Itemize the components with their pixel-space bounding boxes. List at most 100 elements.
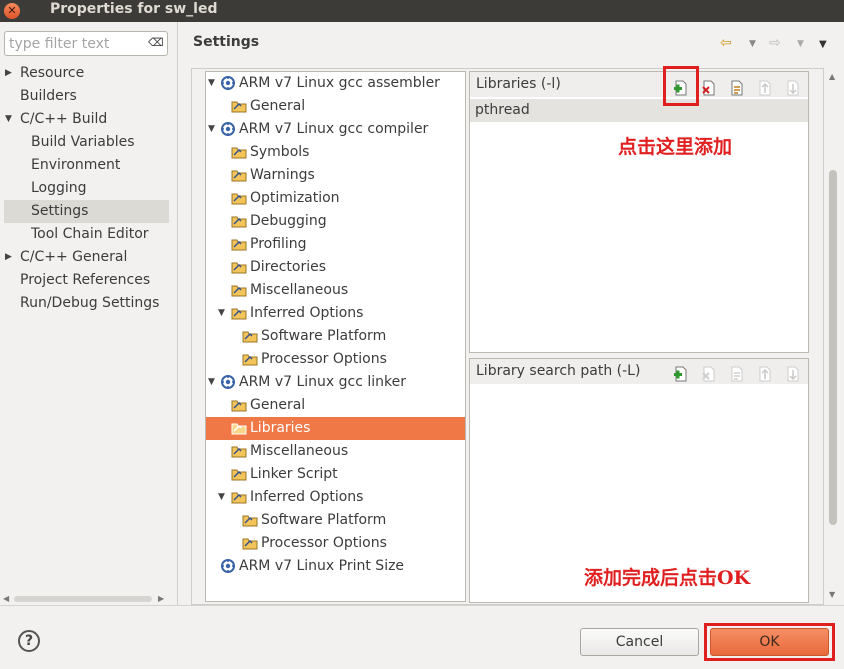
folder-icon xyxy=(231,262,247,274)
nav-item-label: Build Variables xyxy=(31,134,135,150)
collapse-arrow-icon[interactable]: ▼ xyxy=(218,302,225,324)
page-title: Settings xyxy=(193,34,260,50)
highlight-add-button xyxy=(663,66,699,106)
nav-item-settings[interactable]: Settings xyxy=(4,200,169,223)
tree-node-label: Processor Options xyxy=(261,535,387,551)
cancel-button[interactable]: Cancel xyxy=(580,628,699,656)
nav-item-label: C/C++ Build xyxy=(20,111,108,127)
folder-icon xyxy=(231,446,247,458)
library-name: pthread xyxy=(475,102,530,118)
gear-tool-icon xyxy=(221,76,235,90)
tree-node-label: Processor Options xyxy=(261,351,387,367)
libraries-panel: Libraries (-l) pthread xyxy=(469,71,809,353)
close-icon[interactable]: ✕ xyxy=(4,3,20,19)
folder-icon xyxy=(231,216,247,228)
tree-node-inferred-options[interactable]: ▼ Inferred Options xyxy=(206,302,465,325)
tree-node-label: Warnings xyxy=(250,167,315,183)
folder-icon xyxy=(242,515,258,527)
gear-tool-icon xyxy=(221,559,235,573)
forward-arrow-icon[interactable]: ⇨ xyxy=(769,35,781,51)
nav-item-label: Run/Debug Settings xyxy=(20,295,160,311)
tree-node-label: Optimization xyxy=(250,190,340,206)
move-up-icon[interactable] xyxy=(757,366,773,382)
tree-node-label: General xyxy=(250,397,306,413)
add-icon[interactable] xyxy=(673,366,689,382)
tree-node-assembler[interactable]: ▼ ARM v7 Linux gcc assembler xyxy=(206,72,465,95)
folder-icon xyxy=(231,423,247,435)
gear-tool-icon xyxy=(221,122,235,136)
scroll-left-icon[interactable]: ◀ xyxy=(3,594,9,603)
scroll-thumb[interactable] xyxy=(829,170,837,525)
tree-node-label: General xyxy=(250,98,306,114)
tree-node-label: Miscellaneous xyxy=(250,443,349,459)
tree-node-label: Inferred Options xyxy=(250,305,364,321)
tree-node-linker[interactable]: ▼ ARM v7 Linux gcc linker xyxy=(206,371,465,394)
folder-icon xyxy=(242,331,258,343)
tree-node-label: Miscellaneous xyxy=(250,282,349,298)
folder-icon xyxy=(231,492,247,504)
filter-input[interactable] xyxy=(9,34,145,53)
collapse-arrow-icon[interactable]: ▼ xyxy=(208,118,215,140)
tree-node-linker-inferred-options[interactable]: ▼ Inferred Options xyxy=(206,486,465,509)
scroll-up-icon[interactable]: ▲ xyxy=(829,72,835,81)
ok-button[interactable]: OK xyxy=(710,628,829,656)
folder-icon xyxy=(231,285,247,297)
title-bar: ✕ Properties for sw_led xyxy=(0,0,844,22)
annotation-click-here-add: 点击这里添加 xyxy=(618,136,733,158)
nav-item-label: Resource xyxy=(20,65,85,81)
collapse-arrow-icon[interactable]: ▼ xyxy=(5,108,12,130)
move-down-icon[interactable] xyxy=(785,80,801,96)
scroll-down-icon[interactable]: ▼ xyxy=(829,590,835,599)
forward-dropdown-icon[interactable]: ▼ xyxy=(797,39,804,49)
help-icon[interactable]: ? xyxy=(18,630,40,652)
scroll-right-icon[interactable]: ▶ xyxy=(158,594,164,603)
folder-icon xyxy=(231,193,247,205)
tree-node-label: Profiling xyxy=(250,236,307,252)
tree-node-label: Symbols xyxy=(250,144,310,160)
expand-arrow-icon[interactable]: ▶ xyxy=(5,62,12,84)
delete-icon[interactable] xyxy=(701,80,717,96)
tree-node-label: Debugging xyxy=(250,213,327,229)
view-menu-icon[interactable]: ▼ xyxy=(819,39,827,50)
edit-icon[interactable] xyxy=(729,80,745,96)
folder-icon xyxy=(242,538,258,550)
scroll-thumb[interactable] xyxy=(14,596,152,602)
delete-icon[interactable] xyxy=(701,366,717,382)
nav-item-label: Tool Chain Editor xyxy=(31,226,149,242)
clear-filter-icon[interactable]: ⌫ xyxy=(148,36,164,50)
nav-item-label: Logging xyxy=(31,180,87,196)
folder-icon xyxy=(231,469,247,481)
folder-icon xyxy=(231,400,247,412)
collapse-arrow-icon[interactable]: ▼ xyxy=(218,486,225,508)
expand-arrow-icon[interactable]: ▶ xyxy=(5,246,12,268)
tree-node-label: Software Platform xyxy=(261,512,387,528)
tree-node-label: Inferred Options xyxy=(250,489,364,505)
back-arrow-icon[interactable]: ⇦ xyxy=(720,35,732,51)
tree-node-compiler[interactable]: ▼ ARM v7 Linux gcc compiler xyxy=(206,118,465,141)
collapse-arrow-icon[interactable]: ▼ xyxy=(208,72,215,94)
folder-icon xyxy=(231,101,247,113)
tree-node-label: Software Platform xyxy=(261,328,387,344)
nav-item-label: Project References xyxy=(20,272,151,288)
folder-icon xyxy=(231,147,247,159)
nav-item-label: Builders xyxy=(20,88,77,104)
tree-node-label: ARM v7 Linux gcc assembler xyxy=(239,75,440,91)
tree-node-libraries[interactable]: Libraries xyxy=(206,417,465,440)
annotation-click-ok: 添加完成后点击OK xyxy=(584,567,751,589)
left-horizontal-scrollbar[interactable]: ◀ ▶ xyxy=(0,592,178,605)
tree-node-label: Directories xyxy=(250,259,327,275)
main-vertical-scrollbar[interactable]: ▲ ▼ xyxy=(826,70,840,603)
filter-box[interactable]: ⌫ xyxy=(4,31,168,56)
edit-icon[interactable] xyxy=(729,366,745,382)
back-dropdown-icon[interactable]: ▼ xyxy=(749,39,756,49)
window-title: Properties for sw_led xyxy=(50,1,218,17)
collapse-arrow-icon[interactable]: ▼ xyxy=(208,371,215,393)
list-item[interactable]: pthread xyxy=(470,99,808,122)
tree-node-label: ARM v7 Linux Print Size xyxy=(239,558,405,574)
nav-item-label: C/C++ General xyxy=(20,249,128,265)
move-down-icon[interactable] xyxy=(785,366,801,382)
nav-item-label: Settings xyxy=(31,203,89,219)
move-up-icon[interactable] xyxy=(757,80,773,96)
folder-icon xyxy=(231,239,247,251)
nav-item-label: Environment xyxy=(31,157,121,173)
